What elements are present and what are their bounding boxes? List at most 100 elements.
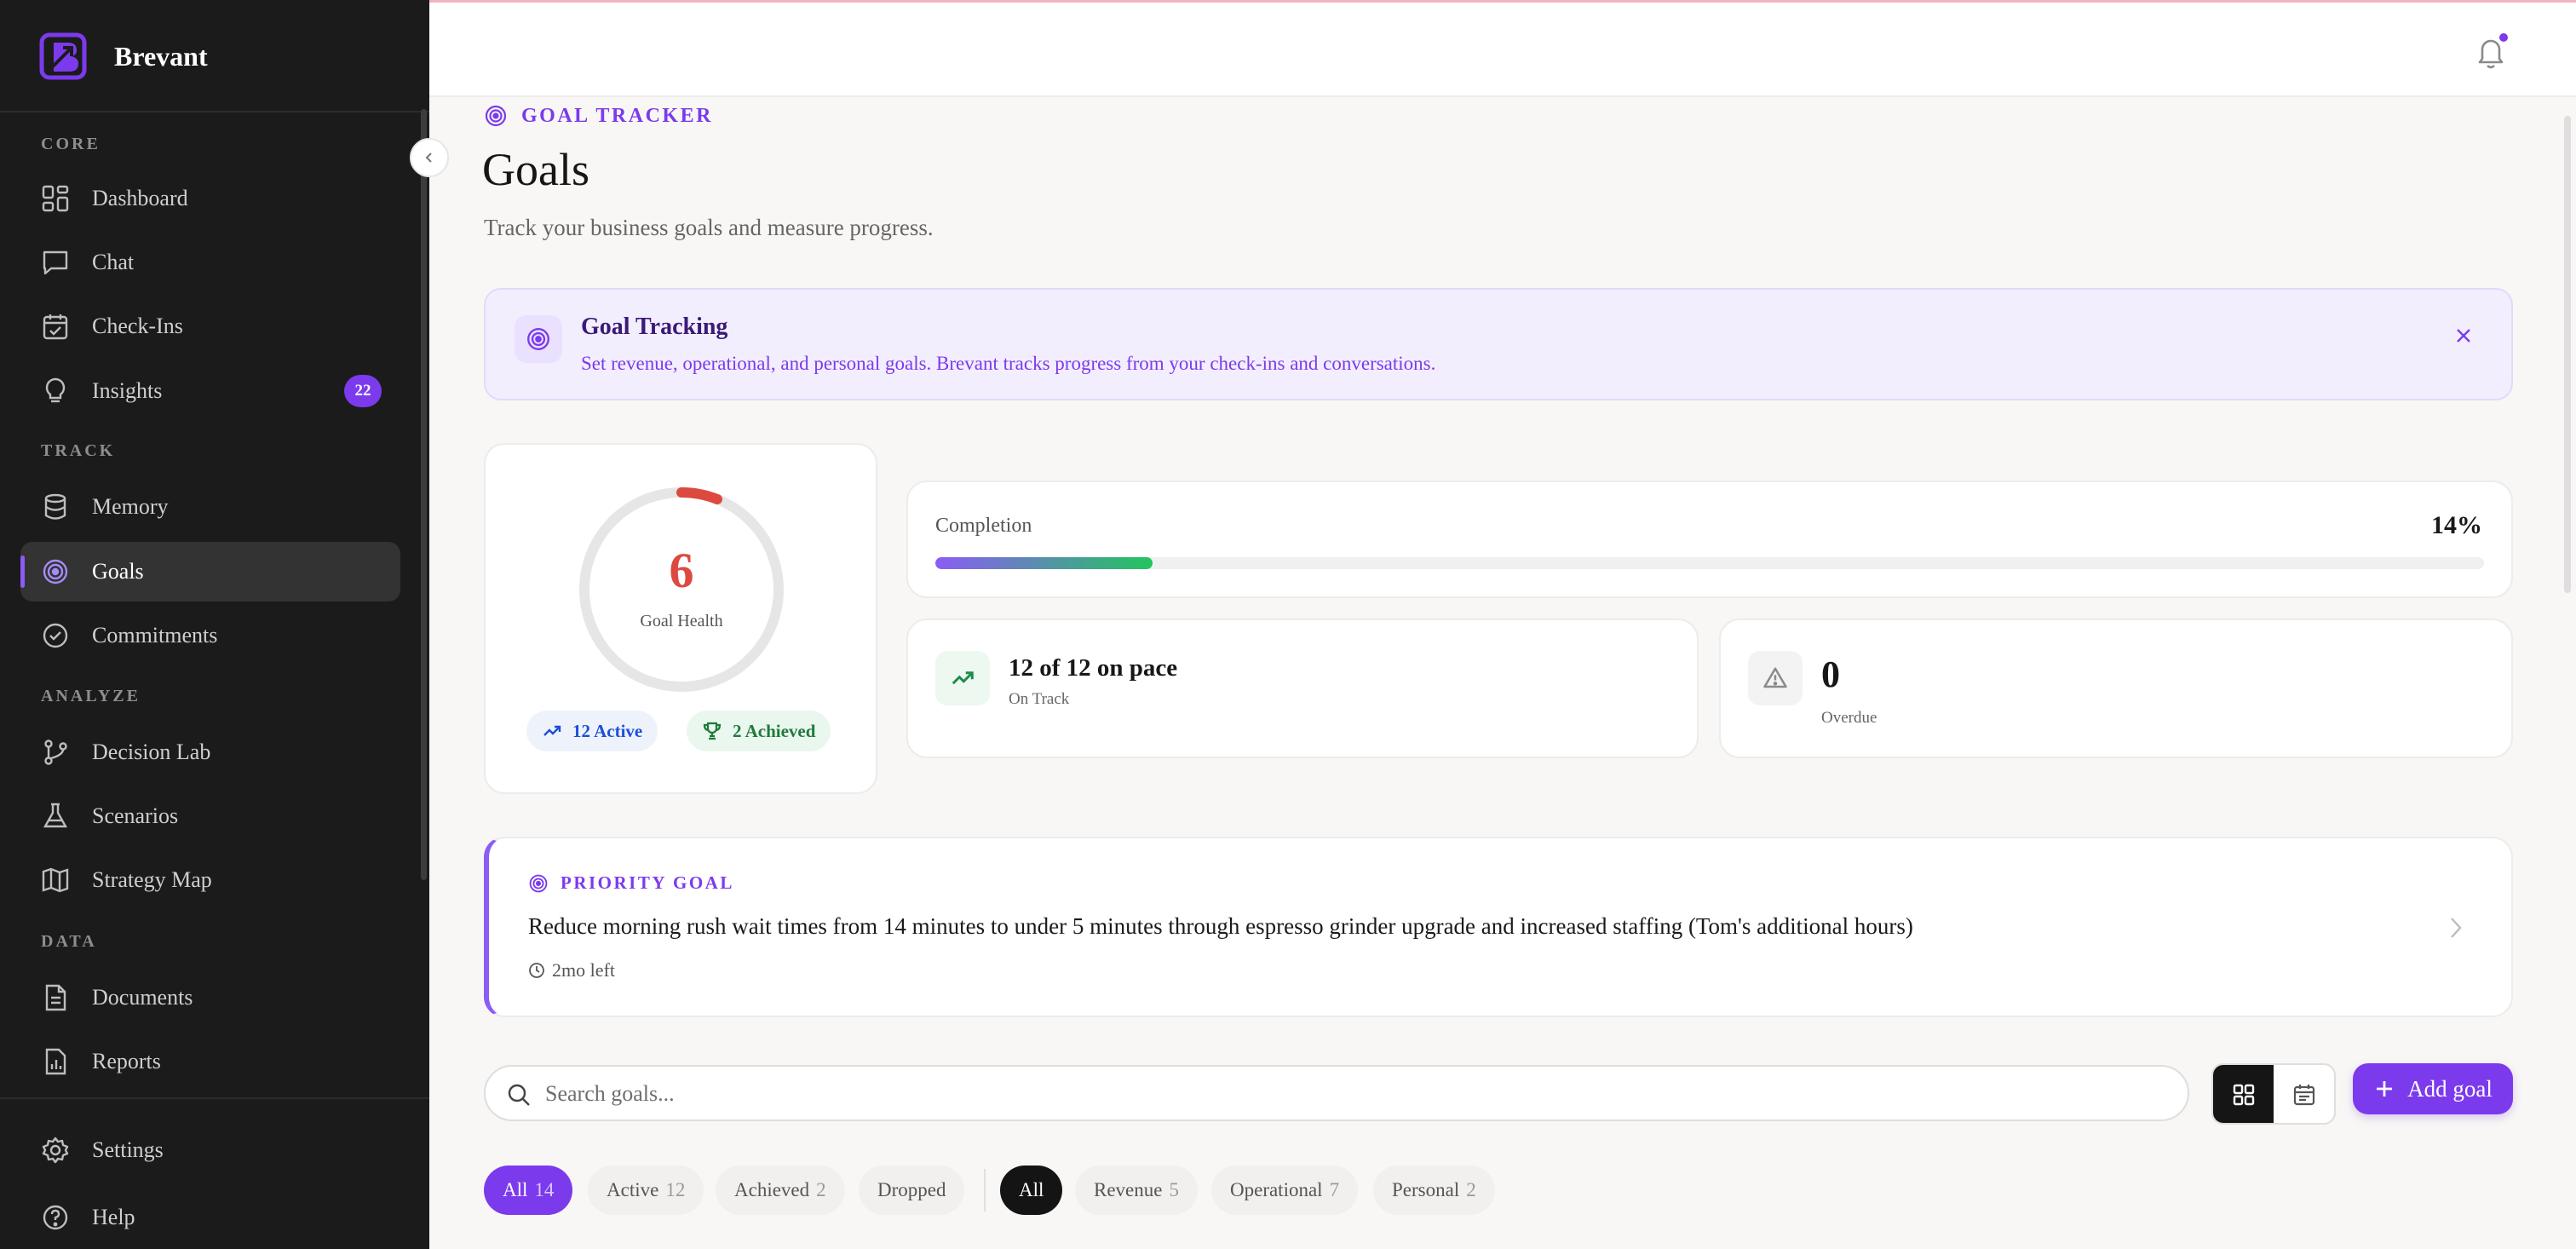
chip-count: 12 [665,1179,686,1200]
sidebar-item-insights[interactable]: Insights 22 [20,361,400,421]
gear-icon [42,1137,69,1164]
completion-label: Completion [935,515,1032,537]
filter-status-active[interactable]: Active 12 [588,1166,704,1215]
plus-icon [2377,1081,2393,1096]
add-goal-button[interactable]: Add goal [2353,1063,2513,1114]
brand[interactable]: Brevant [39,31,208,82]
sidebar-item-label: Commitments [92,623,218,648]
divider [984,1169,986,1212]
flask-icon [43,803,68,828]
filter-status-all[interactable]: All 14 [484,1166,573,1215]
filter-category-all[interactable]: All [1000,1166,1063,1215]
achieved-goals-pill[interactable]: 2 Achieved [687,711,831,751]
sidebar-item-label: Chat [92,250,135,274]
calendar-view-button[interactable] [2274,1065,2334,1123]
sidebar-item-label: Scenarios [92,803,179,828]
chip-count: 14 [534,1179,555,1200]
sidebar-scrollbar[interactable] [421,109,427,880]
divider [0,1097,429,1099]
filter-category-personal[interactable]: Personal 2 [1373,1166,1495,1215]
grid-icon [2233,1084,2254,1106]
sidebar-item-chat[interactable]: Chat [20,233,400,292]
filter-category-operational[interactable]: Operational 7 [1211,1166,1359,1215]
collapse-sidebar-button[interactable] [410,138,449,177]
eyebrow-label: GOAL TRACKER [521,104,713,127]
divider [0,111,429,112]
chip-count: 5 [1169,1179,1179,1200]
completion-percent: 14% [2431,511,2482,539]
info-banner: Goal Tracking Set revenue, operational, … [484,288,2513,400]
sidebar-item-dashboard[interactable]: Dashboard [20,169,400,228]
brevant-logo-icon [39,32,87,80]
banner-icon-box [515,315,562,363]
sidebar-item-help[interactable]: Help [20,1188,400,1247]
section-label-data: DATA [41,932,97,951]
help-icon [43,1205,68,1230]
filter-status-dropped[interactable]: Dropped [859,1166,965,1215]
overdue-card[interactable]: 0 Overdue [1719,619,2513,758]
page-eyebrow: GOAL TRACKER [484,104,713,128]
lightbulb-icon [45,377,66,403]
calendar-check-icon [43,314,68,340]
git-branch-icon [44,740,67,765]
priority-goal-card[interactable]: PRIORITY GOAL Reduce morning rush wait t… [484,837,2513,1017]
grid-view-button[interactable] [2213,1065,2274,1123]
target-icon [527,328,549,350]
sidebar-item-documents[interactable]: Documents [20,968,400,1027]
sidebar-item-scenarios[interactable]: Scenarios [20,786,400,846]
completion-progress-fill [935,557,1153,569]
filter-status-achieved[interactable]: Achieved 2 [716,1166,845,1215]
chip-label: Operational [1230,1179,1323,1200]
sidebar-item-strategy-map[interactable]: Strategy Map [20,850,400,910]
page-subtitle: Track your business goals and measure pr… [484,215,934,240]
overdue-icon-box [1748,651,1803,705]
on-track-card[interactable]: 12 of 12 on pace On Track [906,619,1699,758]
chip-label: All [1019,1179,1044,1200]
chip-label: Personal [1392,1179,1460,1200]
chevron-left-icon [425,153,432,163]
banner-close-button[interactable] [2448,320,2479,351]
sidebar-item-goals[interactable]: Goals [20,542,400,601]
sidebar-item-label: Insights [92,378,163,403]
target-icon [529,874,548,892]
sidebar-item-label: Settings [92,1137,164,1162]
priority-goal-eyebrow-label: PRIORITY GOAL [561,872,734,893]
report-icon [45,1048,66,1075]
active-goals-pill[interactable]: 12 Active [526,711,658,751]
insights-count-badge: 22 [344,375,382,407]
active-goals-label: 12 Active [572,720,643,741]
main-scrollbar[interactable] [2564,116,2571,593]
sidebar-item-label: Memory [92,494,169,519]
sidebar-item-reports[interactable]: Reports [20,1032,400,1091]
sidebar-item-label: Check-Ins [92,314,183,338]
top-bar [429,0,2576,97]
sidebar-item-settings[interactable]: Settings [20,1120,400,1180]
goal-health-label: Goal Health [640,612,723,630]
filter-category-revenue[interactable]: Revenue 5 [1075,1166,1198,1215]
achieved-goals-label: 2 Achieved [733,720,816,741]
section-label-track: TRACK [41,441,116,460]
sidebar-item-label: Decision Lab [92,740,211,764]
overdue-value: 0 [1821,653,1840,695]
chip-label: Revenue [1094,1179,1163,1200]
completion-progress-track [935,557,2484,569]
chip-count: 2 [1466,1179,1476,1200]
dashboard-icon [42,185,69,212]
completion-card: Completion 14% [906,481,2513,598]
sidebar-item-memory[interactable]: Memory [20,477,400,537]
chevron-right-icon [2451,918,2462,938]
overdue-label: Overdue [1821,709,1877,727]
map-icon [42,867,69,893]
search-box [484,1065,2189,1121]
priority-goal-text: Reduce morning rush wait times from 14 m… [528,913,1913,939]
trophy-icon [703,722,722,740]
chip-label: Dropped [877,1179,946,1200]
sidebar-item-decision-lab[interactable]: Decision Lab [20,722,400,782]
sidebar-item-commitments[interactable]: Commitments [20,606,400,665]
sidebar-item-check-ins[interactable]: Check-Ins [20,296,400,356]
on-track-label: On Track [1009,690,1070,708]
trending-up-icon [543,725,561,736]
search-input[interactable] [545,1075,2164,1113]
goal-health-value: 6 [669,543,694,598]
notifications-button[interactable] [2474,33,2510,71]
